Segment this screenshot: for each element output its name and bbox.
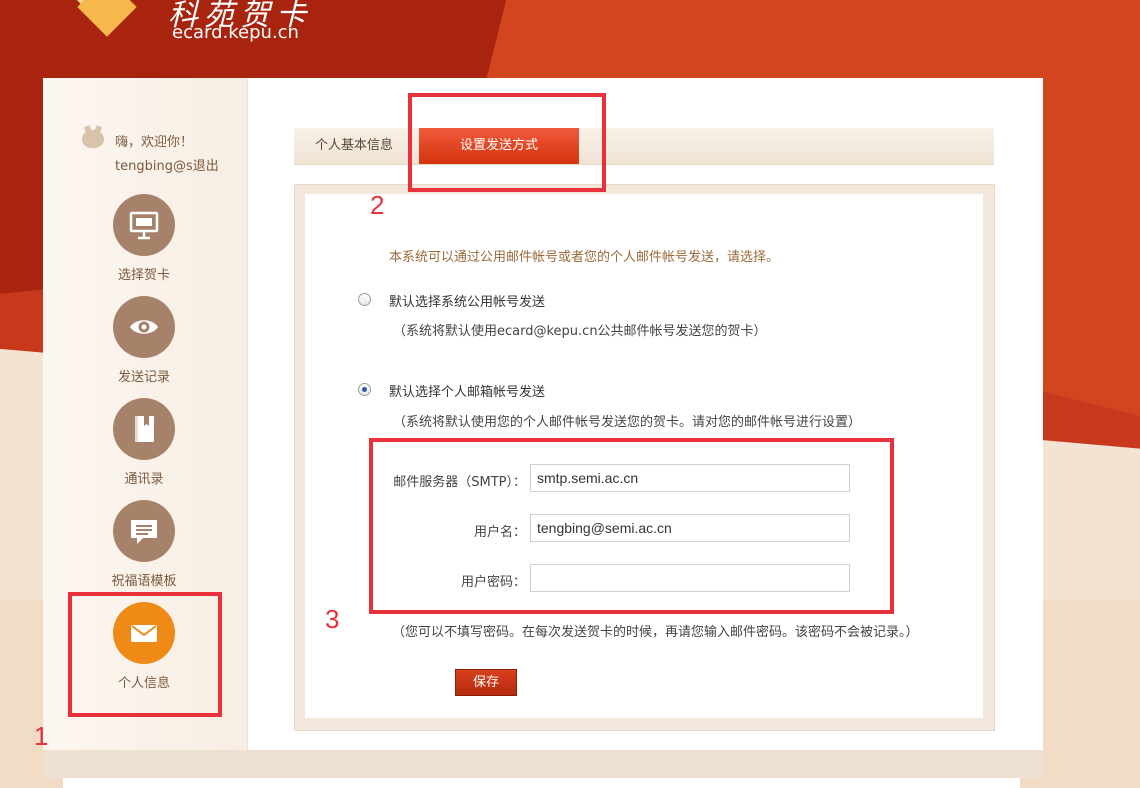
username: tengbing@s xyxy=(115,159,193,174)
sidebar-item-contacts[interactable]: 通讯录 xyxy=(100,398,188,487)
option-public-label: 默认选择系统公用帐号发送 xyxy=(389,295,546,310)
radio-public-account[interactable] xyxy=(358,293,371,306)
annotation-box-3 xyxy=(369,438,894,614)
password-note: （您可以不填写密码。在每次发送贺卡的时候，再请您输入邮件密码。该密码不会被记录。… xyxy=(392,625,919,640)
user-line: tengbing@s退出 xyxy=(115,155,219,174)
site-domain: ecard.kepu.cn xyxy=(172,22,299,43)
eye-icon xyxy=(113,296,175,358)
sidebar-item-select-card[interactable]: 选择贺卡 xyxy=(100,194,188,283)
card-base xyxy=(43,750,1043,778)
annotation-number-1: 1 xyxy=(34,721,49,751)
radio-personal-account[interactable] xyxy=(358,383,371,396)
sidebar-item-label: 祝福语模板 xyxy=(111,574,177,589)
sidebar-item-greeting-templates[interactable]: 祝福语模板 xyxy=(100,500,188,589)
site-logo[interactable] xyxy=(63,0,148,40)
option-public-note: （系统将默认使用ecard@kepu.cn公共邮件帐号发送您的贺卡） xyxy=(393,324,767,339)
tab-bar: 个人基本信息 设置发送方式 xyxy=(294,128,994,165)
save-button[interactable]: 保存 xyxy=(455,669,517,696)
greeting-text: 嗨，欢迎你！ xyxy=(115,135,194,150)
annotation-number-3: 3 xyxy=(325,604,340,634)
annotation-box-2 xyxy=(408,93,606,192)
logout-link[interactable]: 退出 xyxy=(193,159,219,174)
annotation-number-2: 2 xyxy=(370,190,385,220)
intro-text: 本系统可以通过公用邮件帐号或者您的个人邮件帐号发送，请选择。 xyxy=(389,250,780,265)
option-personal-note: （系统将默认使用您的个人邮件帐号发送您的贺卡。请对您的邮件帐号进行设置） xyxy=(393,415,862,430)
annotation-box-1 xyxy=(68,592,222,717)
card-base-strip xyxy=(63,778,1020,788)
easel-icon xyxy=(113,194,175,256)
sidebar-item-label: 发送记录 xyxy=(117,370,170,385)
sidebar-item-label: 选择贺卡 xyxy=(117,268,170,283)
option-personal-label: 默认选择个人邮箱帐号发送 xyxy=(389,385,546,400)
address-book-icon xyxy=(113,398,175,460)
sidebar-item-send-records[interactable]: 发送记录 xyxy=(100,296,188,385)
user-avatar-icon xyxy=(82,130,104,148)
tab-basic-info[interactable]: 个人基本信息 xyxy=(294,128,414,164)
chat-bubble-icon xyxy=(113,500,175,562)
sidebar-item-label: 通讯录 xyxy=(124,472,164,487)
